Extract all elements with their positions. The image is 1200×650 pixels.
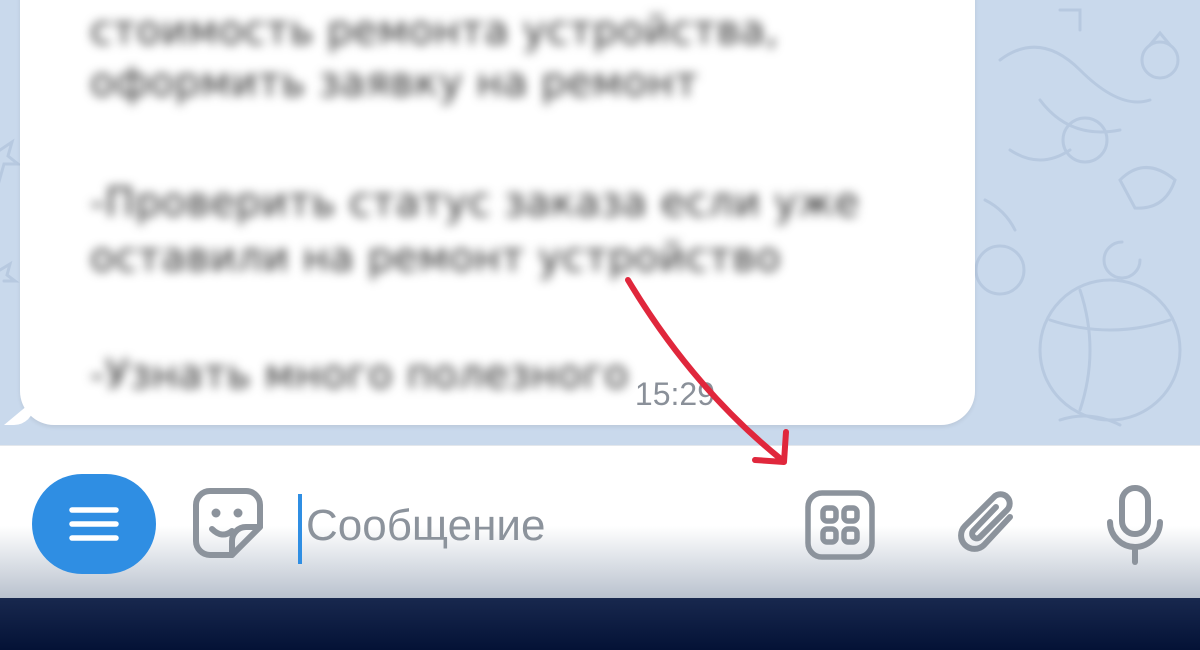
sticker-smile-icon	[193, 488, 263, 558]
bottom-frame-band	[0, 598, 1200, 650]
attach-button[interactable]	[950, 485, 1030, 565]
chat-background: стоимость ремонта устройства, оформить з…	[0, 0, 1200, 445]
bot-menu-button[interactable]	[32, 474, 156, 574]
message-text-line: оформить заявку на ремонт	[90, 60, 699, 106]
microphone-button[interactable]	[1100, 482, 1170, 568]
message-text-line: стоимость ремонта устройства,	[90, 8, 779, 54]
message-text-line: оставили на ремонт устройство	[90, 235, 781, 281]
message-input[interactable]	[298, 492, 786, 560]
message-text-line: -Узнать много полезного	[90, 352, 630, 398]
hamburger-menu-icon	[69, 507, 119, 541]
message-timestamp: 15:29	[634, 376, 715, 412]
grid-apps-icon	[805, 490, 875, 560]
microphone-icon	[1107, 485, 1163, 565]
sticker-button[interactable]	[190, 485, 266, 561]
apps-button[interactable]	[800, 485, 880, 565]
paperclip-icon	[958, 491, 1013, 552]
message-bubble: стоимость ремонта устройства, оформить з…	[20, 0, 975, 425]
message-text-line: -Проверить статус заказа если уже	[90, 180, 860, 226]
